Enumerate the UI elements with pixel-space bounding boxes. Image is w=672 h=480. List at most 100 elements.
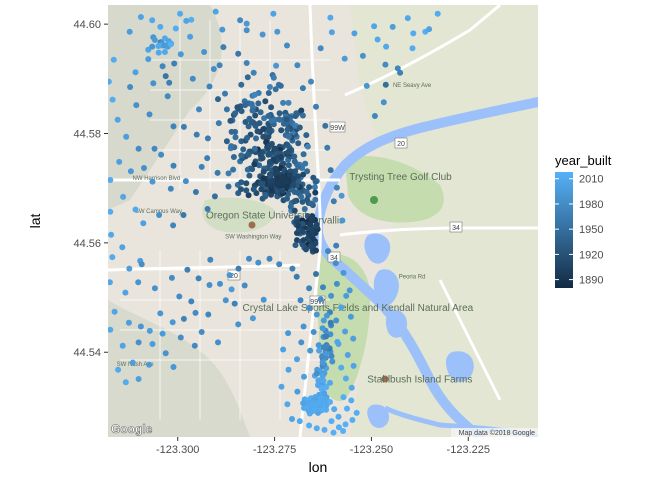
data-point <box>300 151 307 158</box>
data-point <box>311 184 318 191</box>
data-point <box>167 41 174 48</box>
data-point <box>243 187 250 194</box>
data-point <box>313 425 320 432</box>
data-point <box>353 409 360 416</box>
data-point <box>286 172 293 179</box>
data-point <box>342 421 349 428</box>
data-point <box>215 120 222 127</box>
data-point <box>301 373 307 380</box>
x-axis: -123.300 -123.275 -123.250 -123.225 <box>156 437 490 456</box>
data-point <box>228 286 235 293</box>
data-point <box>409 45 416 52</box>
map-chart: 99W 20 34 20 34 99W Oregon State Univers… <box>27 5 612 475</box>
basemap: 99W 20 34 20 34 99W Oregon State Univers… <box>108 5 538 437</box>
data-point <box>219 26 226 33</box>
data-point <box>167 185 174 192</box>
data-point <box>284 126 291 133</box>
data-point <box>284 401 291 408</box>
data-point <box>151 285 158 292</box>
osu-marker <box>248 221 256 229</box>
data-point <box>177 51 184 58</box>
data-point <box>329 358 336 365</box>
data-point <box>150 80 157 87</box>
data-point <box>251 120 258 127</box>
data-point <box>312 189 319 196</box>
data-point <box>328 292 335 299</box>
data-point <box>253 135 259 142</box>
x-tick-label: -123.275 <box>253 444 296 456</box>
data-point <box>214 169 221 176</box>
data-point <box>162 73 169 80</box>
data-point <box>299 198 306 205</box>
data-point <box>182 178 189 185</box>
data-point <box>276 116 283 123</box>
data-point <box>344 352 351 358</box>
data-point <box>323 343 330 350</box>
data-point <box>322 122 329 129</box>
data-point <box>315 377 322 384</box>
x-tick-label: -123.225 <box>447 444 490 456</box>
data-point <box>340 394 347 401</box>
data-point <box>341 55 348 62</box>
data-point <box>260 126 267 133</box>
data-point <box>338 192 345 199</box>
data-point <box>123 133 130 140</box>
data-point <box>122 379 129 386</box>
data-point <box>335 341 342 347</box>
shield-20-label: 20 <box>397 141 405 148</box>
data-point <box>201 49 208 55</box>
data-point <box>310 329 317 335</box>
data-point <box>331 406 338 413</box>
data-point <box>338 364 345 371</box>
map-label: NE Seavy Ave <box>393 83 432 89</box>
data-point <box>135 279 142 286</box>
data-point <box>260 296 267 303</box>
data-point <box>293 110 300 117</box>
data-point <box>294 356 300 363</box>
data-point <box>225 170 232 177</box>
data-point <box>282 177 288 184</box>
data-point <box>114 116 121 123</box>
data-point <box>300 400 307 407</box>
data-point <box>111 308 118 315</box>
data-point <box>404 15 411 22</box>
legend-tick-label: 1920 <box>579 249 603 261</box>
data-point <box>156 212 163 218</box>
data-point <box>276 261 283 268</box>
data-point <box>157 310 164 317</box>
data-point <box>120 193 127 200</box>
data-point <box>294 62 301 69</box>
data-point <box>171 60 178 67</box>
data-point <box>135 376 142 382</box>
data-point <box>250 186 257 193</box>
data-point <box>333 280 340 287</box>
data-point <box>146 111 153 118</box>
legend-tick-label: 1980 <box>579 199 603 211</box>
data-point <box>339 217 346 224</box>
data-point <box>228 128 235 135</box>
x-tick-label: -123.300 <box>156 444 199 456</box>
data-point <box>311 401 318 408</box>
data-point <box>249 315 256 322</box>
data-point <box>146 327 153 334</box>
data-point <box>313 103 319 110</box>
data-point <box>119 342 126 349</box>
data-point <box>308 215 314 222</box>
data-point <box>206 83 213 90</box>
data-point <box>122 289 129 296</box>
data-point <box>215 339 221 346</box>
data-point <box>313 271 319 277</box>
data-point <box>327 167 334 174</box>
map-label: Trysting Tree Golf Club <box>349 172 452 183</box>
data-point <box>302 160 309 167</box>
data-point <box>212 8 219 15</box>
data-point <box>317 296 324 303</box>
data-point <box>300 237 307 244</box>
y-axis-title: lat <box>27 214 43 229</box>
data-point <box>346 287 353 294</box>
data-point <box>135 145 142 152</box>
data-point <box>306 304 313 311</box>
data-point <box>295 140 302 147</box>
data-point <box>237 17 244 24</box>
data-point <box>265 113 272 119</box>
